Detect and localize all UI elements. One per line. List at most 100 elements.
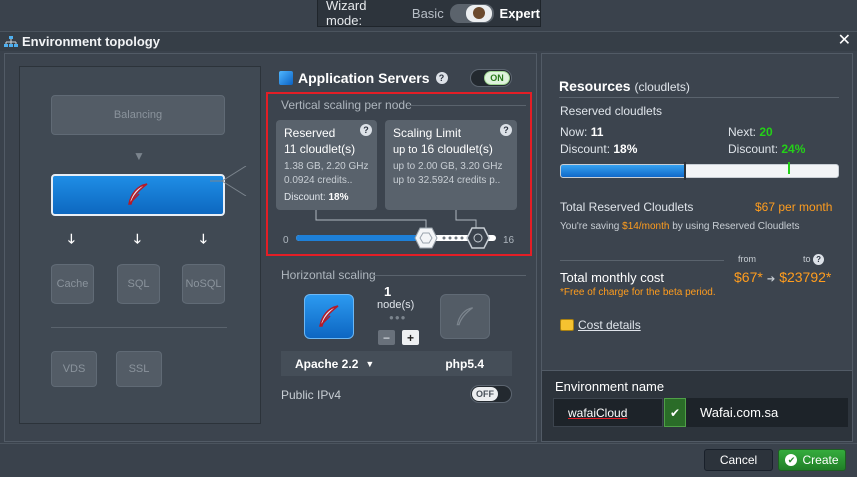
next-value: 20 [759, 125, 773, 139]
feather-icon [128, 183, 148, 205]
reserved-cloudlets-label: Reserved cloudlets [560, 104, 663, 118]
window-title: Environment topology [22, 34, 160, 49]
reserved-discount-label: Discount: [284, 192, 326, 203]
now-label: Now: [560, 125, 588, 139]
add-node-button[interactable]: + [402, 330, 419, 345]
saving-value: $14/month [622, 221, 670, 232]
environment-domain: Wafai.com.sa [686, 398, 848, 427]
check-circle-icon: ✔ [785, 454, 798, 466]
divider [372, 275, 526, 276]
wizard-mode-label: Wizard mode: [326, 0, 367, 28]
resources-unit: (cloudlets) [634, 80, 690, 94]
cancel-button[interactable]: Cancel [704, 449, 773, 471]
next-marker [788, 162, 790, 174]
from-label: from [738, 254, 756, 264]
topology-icon [4, 35, 18, 47]
toggle-state: OFF [472, 387, 498, 401]
limit-specs: 2.00 GB, 3.20 GHz [418, 161, 503, 172]
check-icon: ✔ [664, 398, 686, 427]
connector-arrow [210, 166, 247, 196]
saving-prefix: You're saving [560, 221, 620, 232]
wizard-mode-bar: Wizard mode: Basic Expert [317, 0, 541, 28]
node-count: 1 [384, 284, 392, 299]
cube-icon [279, 71, 293, 85]
sql-button[interactable]: SQL [117, 264, 160, 304]
slider-min: 0 [283, 235, 289, 246]
limit-title: Scaling Limit [393, 126, 462, 140]
reserved-specs: 1.38 GB, 2.20 GHz [284, 161, 369, 172]
limit-credits: 32.5924 credits p.. [418, 175, 501, 186]
next-label: Next: [728, 125, 757, 139]
caret-down-icon[interactable]: ▼ [365, 359, 374, 369]
horizontal-scaling-label: Horizontal scaling [281, 268, 376, 282]
close-icon[interactable]: ✕ [838, 32, 851, 50]
now-discount-value: 18% [613, 142, 638, 156]
toggle-state: ON [484, 71, 510, 85]
php-version[interactable]: php5.4 [445, 357, 484, 371]
create-button[interactable]: ✔ Create [778, 449, 846, 471]
help-icon[interactable]: ? [500, 124, 512, 136]
next-discount-label: Discount: [728, 142, 779, 156]
nosql-button[interactable]: NoSQL [182, 264, 225, 304]
arrow-down-icon: 🡓 [134, 231, 141, 246]
wizard-mode-switch[interactable] [449, 3, 494, 23]
beta-note: *Free of charge for the beta period. [560, 287, 716, 298]
cost-details-link[interactable]: Cost details [560, 318, 641, 332]
coins-icon [560, 319, 574, 331]
app-server-node-button[interactable] [51, 174, 225, 216]
reserved-cloudlets-fill [561, 165, 685, 177]
public-ipv4-label: Public IPv4 [281, 388, 342, 402]
limit-specs-prefix: up to [393, 161, 416, 172]
limit-cloudlets-prefix: up to [393, 144, 418, 156]
feather-icon [319, 304, 339, 327]
stack-selector: Apache 2.2 ▼ php5.4 [281, 351, 512, 376]
nodes-label: node(s) [377, 299, 415, 311]
vds-button[interactable]: VDS [51, 351, 97, 387]
app-servers-title: Application Servers [298, 70, 430, 86]
next-discount-value: 24% [781, 142, 806, 156]
cost-to-value: $23792* [779, 269, 832, 285]
reserved-slider-handle[interactable] [414, 227, 438, 249]
limit-cloudlets: 16 cloudlet(s) [420, 142, 493, 156]
environment-name-input[interactable]: wafaiCloud [553, 398, 663, 427]
reserved-title: Reserved [284, 126, 336, 140]
arrow-down-icon: 🡓 [68, 231, 75, 246]
now-value: 11 [590, 125, 604, 139]
arrow-right-icon: ➔ [766, 274, 776, 285]
limit-slider-handle[interactable] [466, 227, 490, 249]
divider [51, 327, 227, 328]
divider [407, 105, 526, 106]
cache-button[interactable]: Cache [51, 264, 94, 304]
wizard-basic-option[interactable]: Basic [412, 6, 444, 21]
cost-details-text: Cost details [578, 318, 641, 332]
slider-max: 16 [503, 235, 515, 246]
scaling-slider-fill [296, 235, 422, 241]
remove-node-button[interactable]: − [378, 330, 395, 345]
environment-name-label: Environment name [555, 379, 665, 394]
window-titlebar: Environment topology ✕ [0, 31, 857, 51]
reserved-card[interactable]: ? Reserved 11 cloudlet(s) 1.38 GB, 2.20 … [276, 120, 377, 210]
help-icon[interactable]: ? [813, 254, 825, 265]
reserved-credits: 0.0924 credits.. [284, 175, 353, 186]
limit-credits-prefix: up to [393, 175, 416, 186]
stack-dropdown[interactable]: Apache 2.2 [295, 357, 358, 371]
ssl-button[interactable]: SSL [116, 351, 162, 387]
app-node-button[interactable] [304, 294, 354, 339]
wizard-expert-option[interactable]: Expert [500, 6, 540, 21]
arrow-down-icon: 🡓 [200, 231, 207, 246]
help-icon[interactable]: ? [360, 124, 372, 136]
now-discount-label: Discount: [560, 142, 611, 156]
app-servers-header: Application Servers ? [279, 70, 448, 86]
help-icon[interactable]: ? [435, 72, 448, 84]
user-icon [465, 4, 492, 22]
app-servers-toggle[interactable]: ON [470, 69, 512, 87]
divider [559, 97, 839, 98]
cost-from-value: $67* [734, 269, 763, 285]
public-ipv4-toggle[interactable]: OFF [470, 385, 512, 403]
saving-suffix: by using Reserved Cloudlets [672, 221, 800, 232]
vertical-scaling-label: Vertical scaling per node [281, 98, 412, 112]
scaling-limit-card[interactable]: ? Scaling Limit up to 16 cloudlet(s) up … [385, 120, 517, 210]
total-reserved-value: $67 per month [755, 200, 833, 214]
balancing-button[interactable]: Balancing [51, 95, 225, 135]
ghost-node-button[interactable] [440, 294, 490, 339]
